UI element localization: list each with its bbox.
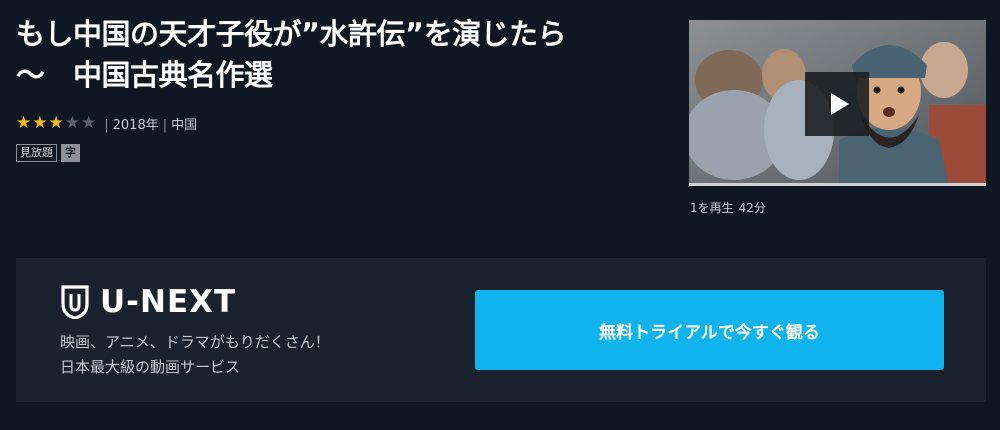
episode-play-label: 1を再生 — [690, 201, 734, 215]
logo-text: U-NEXT — [100, 284, 237, 320]
play-button[interactable] — [805, 72, 869, 136]
title-line-1: もし中国の天才子役が”水許伝”を演じたら — [16, 17, 567, 51]
watch-progress-bar — [689, 183, 986, 186]
unext-logo: U-NEXT — [60, 284, 236, 320]
episode-duration: 1を再生 42分 — [690, 199, 766, 216]
release-info: | 2018年 | 中国 — [100, 114, 197, 133]
star-filled-icon: ★ — [48, 113, 64, 133]
star-empty-icon: ★ — [81, 113, 97, 133]
release-year: 2018年 — [112, 117, 159, 133]
title-line-2: ～ 中国古典名作選 — [16, 58, 273, 92]
unlimited-badge: 見放題 — [16, 144, 57, 162]
separator: | — [104, 117, 109, 133]
shield-icon — [61, 285, 89, 319]
badge-row: 見放題 字 — [16, 144, 80, 162]
metadata-row: ★ ★ ★ ★ ★ | 2018年 | 中国 — [16, 113, 197, 133]
duration-label: 42分 — [738, 201, 766, 215]
separator: | — [162, 117, 168, 133]
star-filled-icon: ★ — [16, 113, 32, 133]
star-filled-icon: ★ — [32, 113, 48, 133]
page-title: もし中国の天才子役が”水許伝”を演じたら ～ 中国古典名作選 — [16, 14, 666, 96]
country: 中国 — [171, 117, 198, 133]
tagline-line-1: 映画、アニメ、ドラマがもりだくさん！ — [60, 333, 330, 351]
tagline: 映画、アニメ、ドラマがもりだくさん！ 日本最大級の動画サービス — [60, 330, 330, 380]
subtitle-badge: 字 — [61, 144, 80, 162]
free-trial-button[interactable]: 無料トライアルで今すぐ観る — [475, 290, 944, 370]
play-icon — [830, 93, 849, 115]
tagline-line-2: 日本最大級の動画サービス — [60, 358, 241, 376]
star-rating: ★ ★ ★ ★ ★ — [16, 113, 96, 133]
star-empty-icon: ★ — [64, 113, 80, 133]
promo-banner: U-NEXT 映画、アニメ、ドラマがもりだくさん！ 日本最大級の動画サービス 無… — [16, 258, 986, 402]
